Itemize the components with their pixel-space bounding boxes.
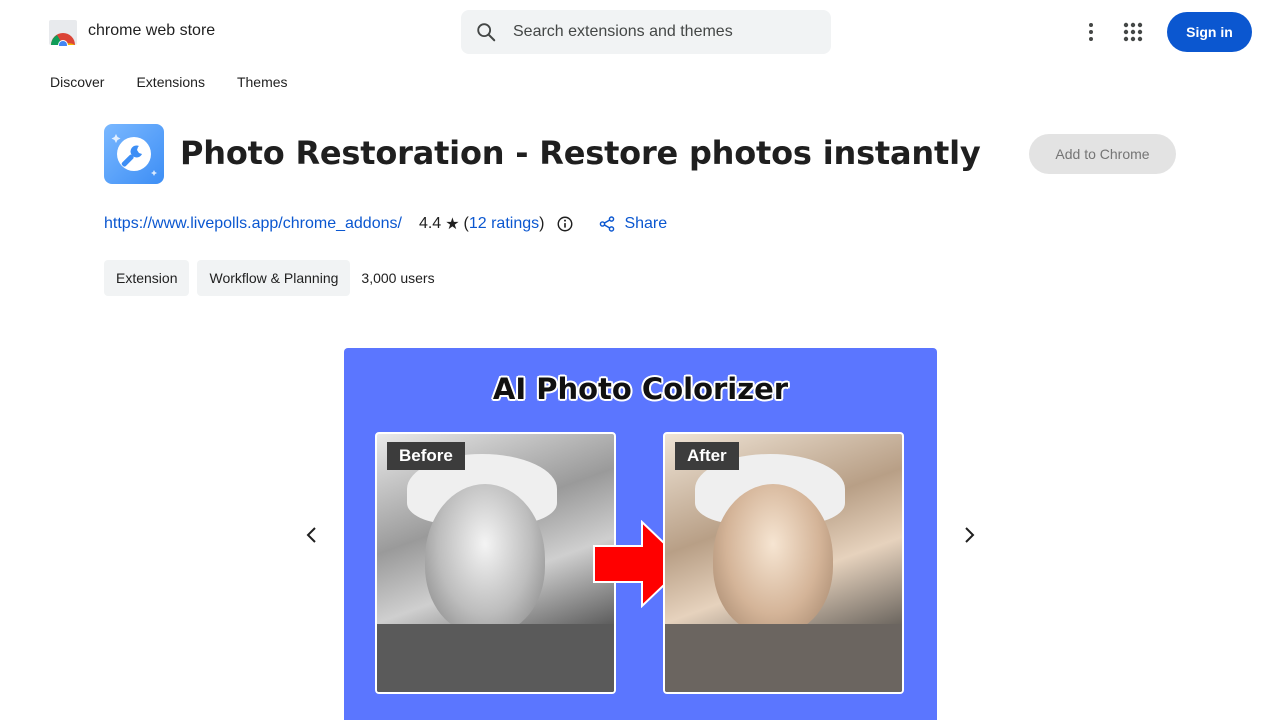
add-to-chrome-button[interactable]: Add to Chrome — [1029, 134, 1176, 174]
screenshot-slide[interactable]: AI Photo Colorizer Before After — [344, 348, 937, 720]
rating-summary: 4.4 ★ (12 ratings) — [419, 214, 545, 234]
nav-discover[interactable]: Discover — [50, 74, 104, 94]
before-label: Before — [387, 442, 465, 470]
sign-in-button[interactable]: Sign in — [1167, 12, 1252, 52]
main-nav: Discover Extensions Themes — [50, 74, 320, 94]
search-input[interactable] — [513, 10, 813, 54]
search-box[interactable] — [461, 10, 831, 54]
share-label: Share — [624, 215, 668, 232]
rating-value: 4.4 — [418, 215, 442, 232]
more-options-icon[interactable] — [1075, 16, 1107, 48]
coat-shape — [665, 624, 902, 692]
after-label: After — [675, 442, 739, 470]
store-brand-name[interactable]: chrome web store — [88, 22, 215, 40]
slide-title: AI Photo Colorizer — [492, 372, 789, 406]
ratings-count-link[interactable]: 12 ratings — [469, 215, 539, 233]
share-button[interactable]: Share — [598, 215, 667, 233]
chrome-web-store-logo-icon[interactable] — [48, 18, 78, 50]
top-bar: chrome web store Sign in — [0, 0, 1280, 64]
nav-extensions[interactable]: Extensions — [136, 74, 204, 94]
user-count: 3,000 users — [361, 270, 435, 286]
info-icon[interactable] — [556, 215, 574, 233]
extension-title: Photo Restoration - Restore photos insta… — [180, 134, 981, 172]
star-icon: ★ — [445, 216, 460, 233]
google-apps-icon[interactable] — [1117, 16, 1149, 48]
nav-themes[interactable]: Themes — [237, 74, 288, 94]
after-photo: After — [663, 432, 904, 694]
search-icon[interactable] — [475, 21, 497, 43]
developer-website-link[interactable]: https://www.livepolls.app/chrome_addons/ — [104, 215, 402, 233]
rating-close-paren: ) — [539, 215, 545, 232]
share-icon — [600, 216, 615, 232]
extension-meta-row: https://www.livepolls.app/chrome_addons/… — [104, 213, 667, 235]
chip-workflow-planning[interactable]: Workflow & Planning — [197, 260, 351, 296]
chip-extension[interactable]: Extension — [104, 260, 190, 296]
face-shape — [425, 484, 545, 634]
extension-wrench-icon — [104, 124, 164, 184]
category-chips: Extension Workflow & Planning 3,000 user… — [104, 260, 435, 296]
coat-shape — [377, 624, 614, 692]
face-shape — [713, 484, 833, 634]
carousel-prev-icon[interactable] — [300, 523, 324, 547]
before-photo: Before — [375, 432, 616, 694]
carousel-next-icon[interactable] — [957, 523, 981, 547]
